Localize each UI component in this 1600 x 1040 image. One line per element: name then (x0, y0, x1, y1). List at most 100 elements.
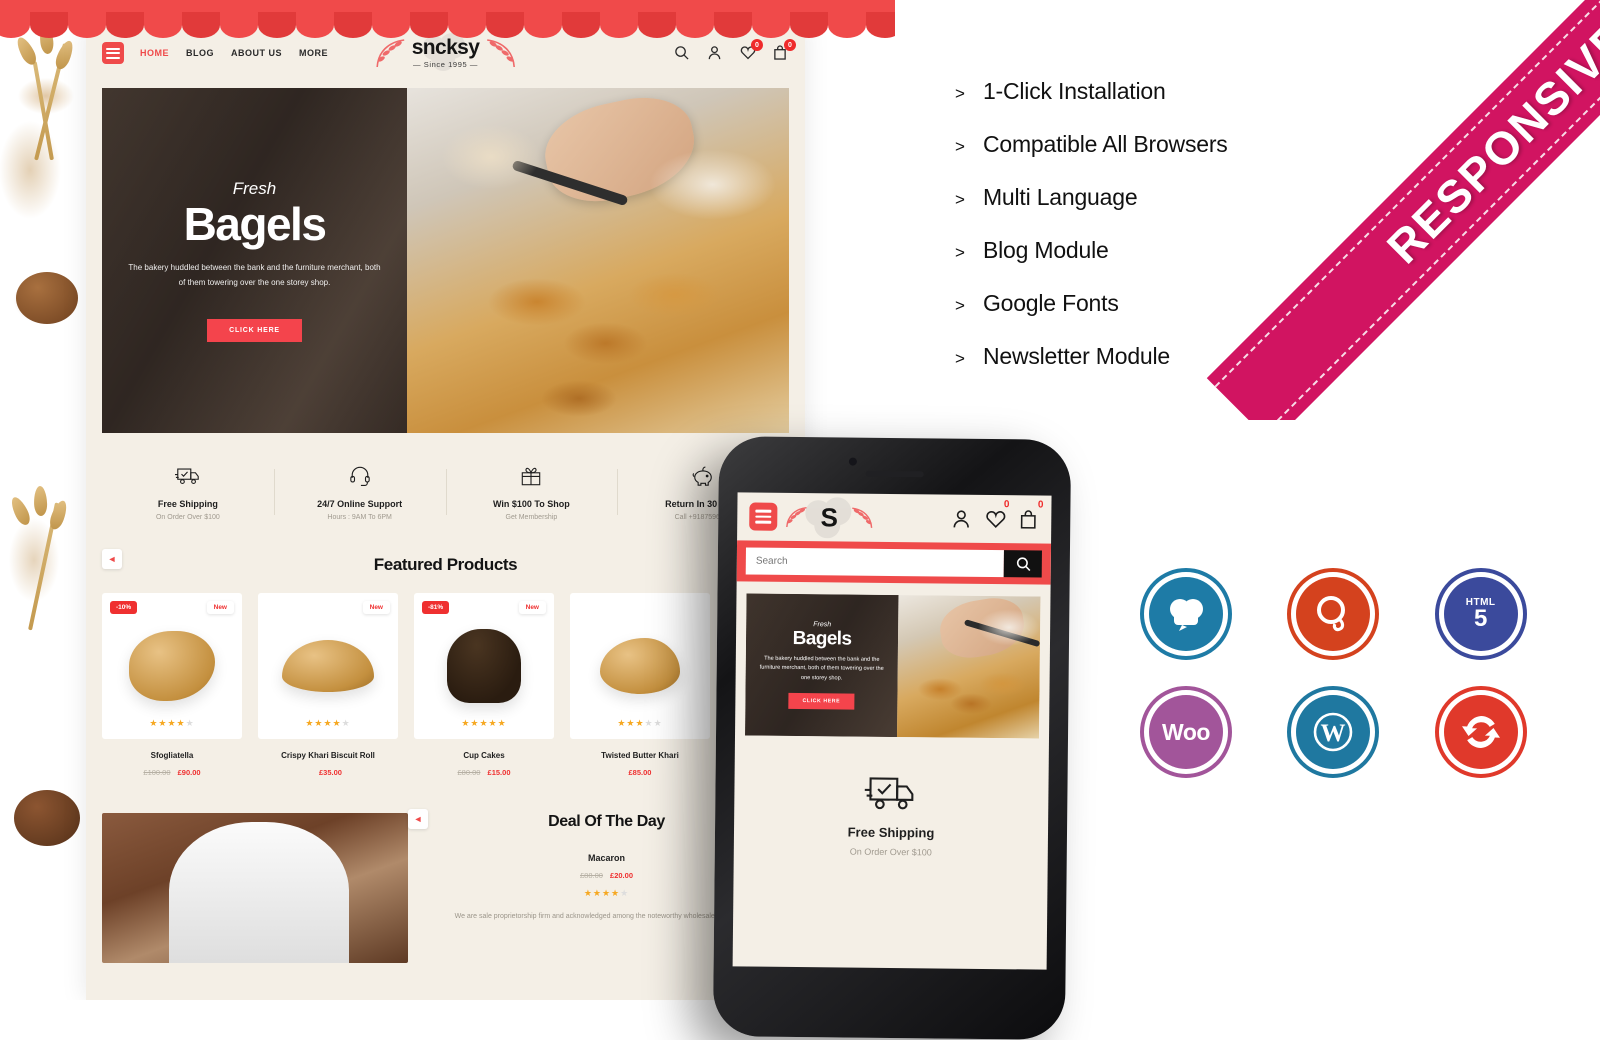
hero-eyebrow: Fresh (232, 179, 277, 199)
woo-label: Woo (1162, 718, 1210, 745)
wishlist-count-badge: 0 (1003, 499, 1010, 511)
deal-prev-arrow-icon[interactable]: ◄ (408, 809, 428, 829)
mobile-icon-group: 0 0 (951, 499, 1044, 530)
featured-prev-arrow-icon[interactable]: ◄ (102, 549, 122, 569)
product-old-price: £80.00 (457, 768, 481, 777)
mobile-preview-phone: S 0 0 Search Fresh Bagels The bakery hud… (712, 436, 1072, 1040)
gift-box-icon (452, 463, 612, 489)
feature-list: > 1-Click Installation > Compatible All … (955, 78, 1375, 396)
mobile-service-free-shipping: Free Shipping On Order Over $100 (734, 771, 1049, 858)
nav-item-blog[interactable]: BLOG (186, 48, 214, 58)
hero-banner[interactable]: Fresh Bagels The bakery huddled between … (102, 88, 789, 433)
feature-label: Newsletter Module (982, 343, 1171, 369)
deal-current-price: £20.00 (610, 871, 633, 880)
hamburger-menu-icon[interactable] (749, 502, 778, 531)
main-navigation: HOME BLOG ABOUT US MORE (140, 48, 328, 58)
product-card[interactable]: New ★★★★★ Crispy Khari Biscuit Roll £35.… (258, 593, 398, 777)
product-card[interactable]: -81% New ★★★★★ Cup Cakes £80.00 £15.00 (414, 593, 554, 777)
mobile-site-logo[interactable]: S (785, 497, 873, 539)
mobile-hero-eyebrow: Fresh (813, 620, 832, 629)
product-current-price: £35.00 (319, 768, 342, 777)
wishlist-heart-icon[interactable]: 0 (985, 499, 1010, 529)
nav-item-about-us[interactable]: ABOUT US (231, 48, 282, 58)
nav-item-more[interactable]: MORE (299, 48, 328, 58)
product-card[interactable]: -10% New ★★★★★ Sfogliatella £100.00 £90.… (102, 593, 242, 777)
product-rating-stars: ★★★★★ (305, 718, 351, 728)
product-new-badge: New (518, 601, 546, 614)
headset-icon (280, 463, 440, 489)
hamburger-menu-icon[interactable] (102, 42, 124, 64)
nav-item-home[interactable]: HOME (140, 48, 169, 58)
featured-products-list: -10% New ★★★★★ Sfogliatella £100.00 £90.… (102, 593, 789, 777)
html5-icon: HTML 5 (1434, 568, 1527, 660)
cart-bag-icon[interactable]: 0 (1019, 500, 1044, 529)
feature-item: > Blog Module (955, 237, 1375, 264)
product-image: ★★★★★ (570, 593, 710, 739)
ribbon-label: RESPONSIVE (1376, 10, 1600, 274)
delivery-truck-icon (734, 771, 1048, 814)
brand-initial: S (820, 501, 839, 532)
mobile-hero-hand-illustration (936, 593, 1029, 663)
site-logo[interactable]: sncksy — Since 1995 — (372, 32, 520, 71)
product-image: -10% New ★★★★★ (102, 593, 242, 739)
service-title: Free Shipping (157, 499, 218, 509)
search-icon[interactable] (1003, 550, 1042, 578)
feature-item: > Multi Language (955, 184, 1375, 211)
mobile-hero-cta-button[interactable]: CLICK HERE (788, 693, 855, 710)
service-win-to-shop: Win $100 To Shop Get Membership (445, 463, 618, 521)
product-rating-stars: ★★★★★ (149, 718, 195, 728)
bootstrap-icon (1140, 568, 1232, 660)
phone-speaker (865, 470, 924, 478)
product-rating-stars: ★★★★★ (461, 718, 507, 728)
user-icon[interactable] (707, 45, 723, 61)
search-icon[interactable] (674, 45, 690, 61)
wheat-decoration (0, 0, 86, 1000)
wheat-wreath-right-icon (852, 507, 873, 528)
product-card[interactable]: ★★★★★ Twisted Butter Khari £85.00 (570, 593, 710, 777)
service-subtitle: Hours : 9AM To 6PM (327, 514, 392, 521)
hero-cta-button[interactable]: CLICK HERE (207, 318, 302, 342)
wheat-wreath-left-icon (786, 506, 807, 528)
product-price: £35.00 (258, 768, 398, 777)
wheat-wreath-right-icon (483, 36, 519, 70)
deal-old-price: £88.00 (580, 871, 603, 880)
feature-label: Multi Language (982, 184, 1138, 210)
user-icon[interactable] (951, 509, 971, 529)
product-new-badge: New (362, 601, 390, 614)
site-preview: HOME BLOG ABOUT US MORE sncksy — Since 1… (86, 24, 805, 1000)
mobile-hero-description: The bakery huddled between the bank and … (759, 655, 884, 682)
feature-item: > 1-Click Installation (955, 78, 1375, 105)
phone-screen: S 0 0 Search Fresh Bagels The bakery hud… (732, 492, 1052, 970)
brand-name: sncksy (411, 36, 480, 59)
hero-right-image (407, 88, 789, 433)
hero-title: Bagels (183, 198, 327, 251)
mobile-header: S 0 0 (737, 492, 1051, 543)
deal-of-the-day-section: ◄ Deal Of The Day Macaron £88.00 £20.00 … (102, 809, 789, 963)
mobile-hero-banner[interactable]: Fresh Bagels The bakery huddled between … (745, 593, 1041, 739)
product-name: Twisted Butter Khari (601, 751, 679, 760)
mobile-search-bar (736, 540, 1052, 585)
wordpress-icon: W (1287, 686, 1380, 778)
service-subtitle: Get Membership (505, 514, 558, 521)
feature-label: Blog Module (982, 237, 1109, 263)
woocommerce-icon: Woo (1140, 686, 1232, 778)
chevron-right-icon: > (955, 190, 965, 209)
chevron-right-icon: > (955, 84, 965, 103)
hero-hand-illustration (536, 88, 703, 212)
chevron-right-icon: > (955, 296, 965, 315)
product-old-price: £100.00 (143, 768, 171, 777)
svg-text:W: W (1321, 720, 1346, 747)
search-input[interactable] (745, 547, 1004, 578)
deal-chef-image (102, 813, 408, 963)
cart-bag-icon[interactable]: 0 (773, 39, 796, 61)
feature-item: > Newsletter Module (955, 343, 1375, 370)
product-rating-stars: ★★★★★ (617, 718, 663, 728)
wishlist-count-badge: 0 (751, 39, 763, 51)
wishlist-heart-icon[interactable]: 0 (740, 39, 763, 61)
mobile-service-title: Free Shipping (847, 824, 935, 841)
product-price: £85.00 (570, 768, 710, 777)
product-current-price: £85.00 (628, 768, 652, 777)
mobile-hero-caption: Fresh Bagels The bakery huddled between … (745, 593, 898, 737)
mobile-service-subtitle: On Order Over $100 (849, 846, 932, 858)
cart-count-badge: 0 (1037, 499, 1044, 511)
